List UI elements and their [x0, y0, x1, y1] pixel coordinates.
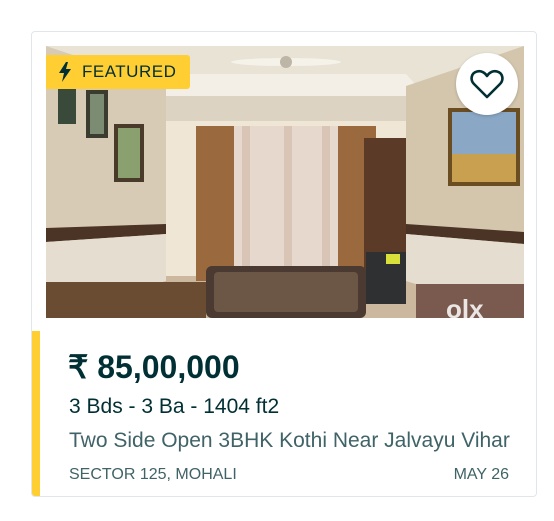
listing-price: ₹ 85,00,000 [68, 349, 240, 385]
lightning-icon [59, 62, 71, 82]
listing-specs: 3 Bds - 3 Ba - 1404 ft2 [69, 395, 280, 418]
favorite-button[interactable] [456, 53, 518, 115]
featured-badge: FEATURED [46, 55, 191, 89]
listing-title[interactable]: Two Side Open 3BHK Kothi Near Jalvayu Vi… [69, 429, 514, 453]
featured-badge-label: FEATURED [82, 62, 177, 81]
listing-card[interactable]: olx FEATURED ₹ 85,00,000 3 Bds - 3 Ba - … [31, 31, 537, 497]
svg-text:olx: olx [446, 294, 484, 318]
listing-location: SECTOR 125, MOHALI [69, 466, 237, 483]
featured-accent-bar [32, 331, 40, 496]
heart-outline-icon [470, 69, 504, 99]
listing-date: MAY 26 [453, 466, 509, 483]
